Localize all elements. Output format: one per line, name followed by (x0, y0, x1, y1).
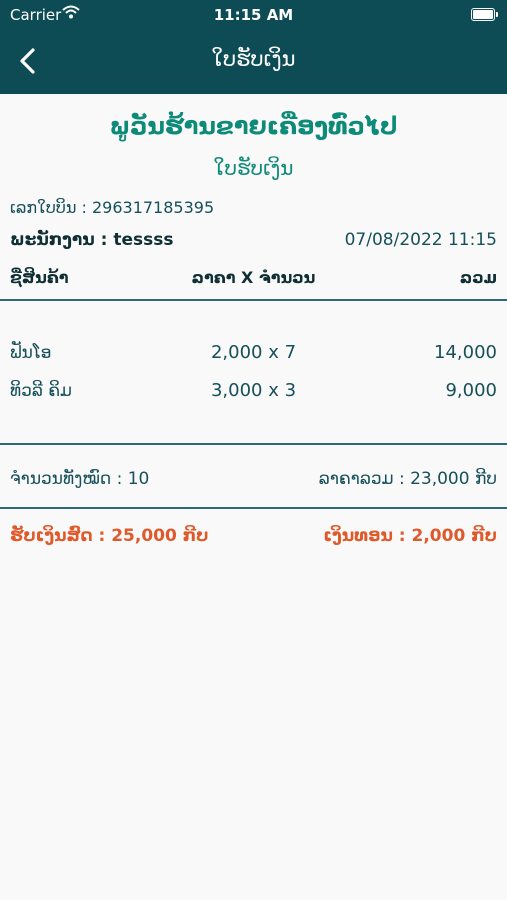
divider (0, 443, 507, 445)
employee-name: ພະນັກງານ : tessss (10, 230, 174, 250)
divider (0, 299, 507, 301)
status-time: 11:15 AM (213, 6, 294, 24)
divider (0, 507, 507, 509)
item-total: 9,000 (445, 380, 497, 401)
receipt-datetime: 07/08/2022 11:15 (344, 230, 497, 250)
nav-title: ໃບຮັບເງິນ (211, 47, 296, 71)
nav-bar: ໃບຮັບເງິນ (0, 30, 507, 94)
total-price: ລາຄາລວມ : 23,000 ກີບ (318, 469, 497, 489)
status-bar: Carrier 11:15 AM (0, 0, 507, 30)
cash-received: ຮັບເງິນສົດ : 25,000 ກີບ (10, 526, 209, 546)
battery-icon (471, 8, 498, 21)
total-quantity: ຈຳນວນທັງໝົດ : 10 (10, 469, 150, 489)
item-price-qty: 2,000 x 7 (210, 342, 297, 363)
item-total: 14,000 (434, 342, 497, 363)
bill-number: ເລກໃບບິນ : 296317185395 (10, 198, 215, 217)
item-price-qty: 3,000 x 3 (210, 380, 297, 401)
column-header-total: ລວມ (459, 268, 497, 287)
shop-name: ພູວັນຮ້ານຂາຍເຄື່ອງທົ່ວໄປ (109, 112, 398, 140)
change-amount: ເງິນທອນ : 2,000 ກີບ (323, 526, 497, 546)
column-header-price-qty: ລາຄາ X ຈຳນວນ (191, 268, 316, 287)
receipt-subtitle: ໃບຮັບເງິນ (213, 156, 294, 180)
